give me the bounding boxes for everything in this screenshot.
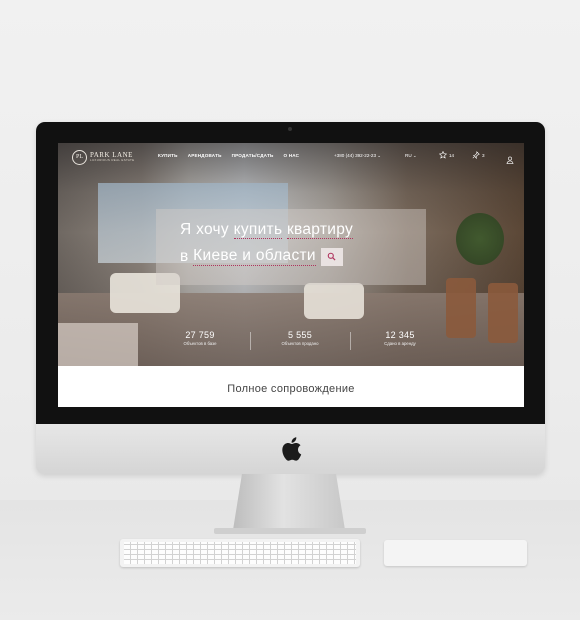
website-screen: PL PARK LANE LUXURIOUS REAL ESTATE КУПИТ…: [58, 143, 524, 407]
stat-number: 27 759: [185, 330, 215, 340]
camera-dot: [288, 127, 292, 131]
language-dropdown[interactable]: RU ⌄: [405, 153, 417, 159]
site-logo[interactable]: PL PARK LANE LUXURIOUS REAL ESTATE: [72, 149, 134, 165]
hero-photo-stool: [446, 278, 476, 338]
stat-label: Объектов в базе: [183, 341, 217, 346]
logo-mark: PL: [72, 149, 87, 165]
hero-photo-stool: [488, 283, 518, 343]
monitor-stand-base: [214, 528, 366, 534]
search-line-2: в Киеве и области: [180, 247, 343, 266]
stats-bar: 27 759 Объектов в базе 5 555 Объектов пр…: [150, 330, 450, 354]
monitor-chin: [36, 424, 545, 474]
nav-item-sell[interactable]: ПРОДАТЬ/СДАТЬ: [232, 153, 274, 158]
apple-logo: [282, 437, 302, 461]
nav-item-buy[interactable]: КУПИТЬ: [158, 153, 178, 158]
keyboard-keys: [124, 542, 356, 564]
chevron-down-icon: ⌄: [377, 153, 382, 158]
section-title: Полное сопровождение: [227, 383, 355, 395]
stat-objects: 27 759 Объектов в базе: [150, 330, 250, 346]
hero-photo-armchair: [304, 283, 364, 319]
search-sentence-panel: Я хочу купить квартиру в Киеве и области: [156, 209, 426, 285]
favorites-button[interactable]: 14: [439, 151, 454, 159]
main-nav: КУПИТЬ АРЕНДОВАТЬ ПРОДАТЬ/СДАТЬ О НАС: [158, 153, 299, 158]
hero-section: PL PARK LANE LUXURIOUS REAL ESTATE КУПИТ…: [58, 143, 524, 366]
chevron-down-icon: ⌄: [412, 153, 417, 158]
phone-number: +380 (44) 392-22-23: [334, 153, 377, 158]
compare-count: 3: [482, 152, 485, 158]
stat-number: 5 555: [287, 330, 313, 340]
action-selector[interactable]: купить: [233, 221, 283, 239]
logo-subtitle: LUXURIOUS REAL ESTATE: [90, 158, 135, 162]
stat-number: 12 345: [385, 330, 415, 340]
hero-photo-plant: [456, 213, 504, 265]
search-icon: [328, 252, 336, 261]
hero-photo-table: [58, 323, 138, 366]
favorites-count: 14: [449, 152, 455, 158]
pin-icon: [472, 151, 480, 159]
search-line-1: Я хочу купить квартиру: [180, 221, 354, 239]
property-type-selector[interactable]: квартиру: [286, 221, 354, 239]
search-button[interactable]: [320, 247, 343, 266]
trackpad: [384, 540, 527, 566]
keyboard: [120, 539, 360, 567]
user-account-button[interactable]: [506, 151, 514, 169]
location-prefix: в: [180, 247, 189, 265]
stat-label: Объектов продано: [281, 341, 319, 346]
stat-rented: 12 345 Сдано в аренду: [350, 330, 450, 346]
phone-dropdown[interactable]: +380 (44) 392-22-23 ⌄: [334, 153, 381, 159]
monitor-stand: [233, 474, 345, 530]
stat-sold: 5 555 Объектов продано: [250, 330, 350, 346]
compare-button[interactable]: 3: [472, 151, 485, 159]
stat-label: Сдано в аренду: [384, 341, 416, 346]
nav-item-rent[interactable]: АРЕНДОВАТЬ: [188, 153, 222, 158]
star-icon: [439, 151, 447, 159]
search-prefix: Я хочу: [180, 221, 229, 238]
location-selector[interactable]: Киеве и области: [193, 247, 316, 266]
logo-text: PARK LANE LUXURIOUS REAL ESTATE: [90, 152, 134, 162]
language-label: RU: [405, 153, 412, 158]
nav-item-about[interactable]: О НАС: [283, 153, 299, 158]
services-section: Полное сопровождение: [58, 366, 524, 407]
user-icon: [506, 156, 514, 164]
